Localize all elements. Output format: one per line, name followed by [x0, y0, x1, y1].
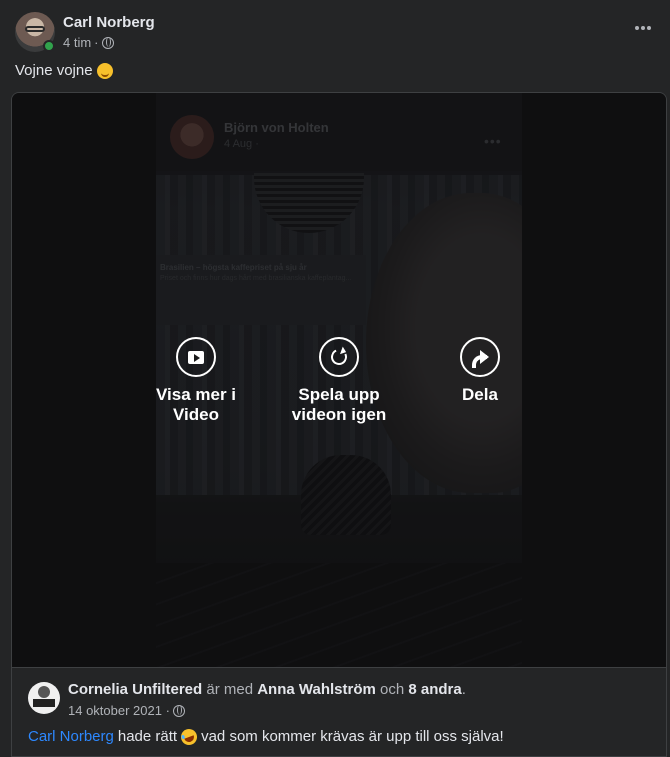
share-icon: [471, 349, 489, 368]
and-text: och: [380, 681, 405, 698]
mention-link[interactable]: Carl Norberg: [28, 728, 114, 745]
action-circle: [176, 337, 216, 377]
original-post: Cornelia Unfiltered är med Anna Wahlströ…: [12, 667, 666, 756]
original-post-meta: 14 oktober 2021 ·: [68, 703, 185, 718]
globe-icon[interactable]: [172, 704, 185, 717]
with-text: är med: [206, 681, 254, 698]
avatar-glasses: [25, 26, 45, 32]
globe-icon[interactable]: [101, 36, 114, 49]
replay-video-label: Spela upp videon igen: [291, 385, 387, 424]
action-circle: [319, 337, 359, 377]
shared-post-card[interactable]: Björn von Holten 4 Aug · ••• Brasilien –…: [11, 92, 667, 757]
video-player[interactable]: Björn von Holten 4 Aug · ••• Brasilien –…: [12, 93, 666, 667]
original-author-avatar[interactable]: [28, 682, 60, 714]
share-video-label: Dela: [462, 385, 498, 404]
post-more-options-button[interactable]: [631, 16, 655, 40]
original-post-text: Carl Norberg hade rätt vad som kommer kr…: [28, 726, 504, 747]
post-meta: 4 tim ·: [63, 35, 114, 50]
online-status-indicator: [43, 40, 55, 52]
action-circle: [460, 337, 500, 377]
show-more-in-video-label: Visa mer i Video: [155, 385, 237, 424]
rolling-laughing-emoji-icon: [178, 726, 200, 747]
post-timestamp[interactable]: 4 tim: [63, 35, 91, 50]
post-text: Vojne vojne: [15, 62, 113, 79]
tagged-person-link[interactable]: Anna Wahlström: [257, 681, 376, 698]
video-end-actions: Visa mer i Video Spela upp videon igen D…: [12, 93, 666, 667]
post-header: Carl Norberg 4 tim ·: [15, 12, 655, 54]
share-video-button[interactable]: Dela: [420, 337, 540, 405]
original-post-byline: Cornelia Unfiltered är med Anna Wahlströ…: [68, 681, 466, 698]
meta-separator: ·: [94, 35, 99, 50]
original-post-date[interactable]: 14 oktober 2021 ·: [68, 703, 170, 718]
post-text-content: Vojne vojne: [15, 62, 93, 79]
show-more-in-video-button[interactable]: Visa mer i Video: [136, 337, 256, 425]
others-link[interactable]: 8 andra: [408, 681, 461, 698]
video-play-icon: [188, 350, 204, 364]
original-text-before-emoji: hade rätt: [117, 728, 178, 745]
original-text-after-emoji: vad som kommer krävas är upp till oss sj…: [201, 728, 504, 745]
author-name[interactable]: Carl Norberg: [63, 14, 155, 31]
winking-face-emoji-icon: [96, 62, 113, 79]
original-author-name[interactable]: Cornelia Unfiltered: [68, 681, 202, 698]
replay-video-button[interactable]: Spela upp videon igen: [279, 337, 399, 425]
more-horizontal-icon: [635, 26, 639, 30]
replay-icon: [328, 346, 350, 368]
byline-period: .: [461, 681, 466, 698]
